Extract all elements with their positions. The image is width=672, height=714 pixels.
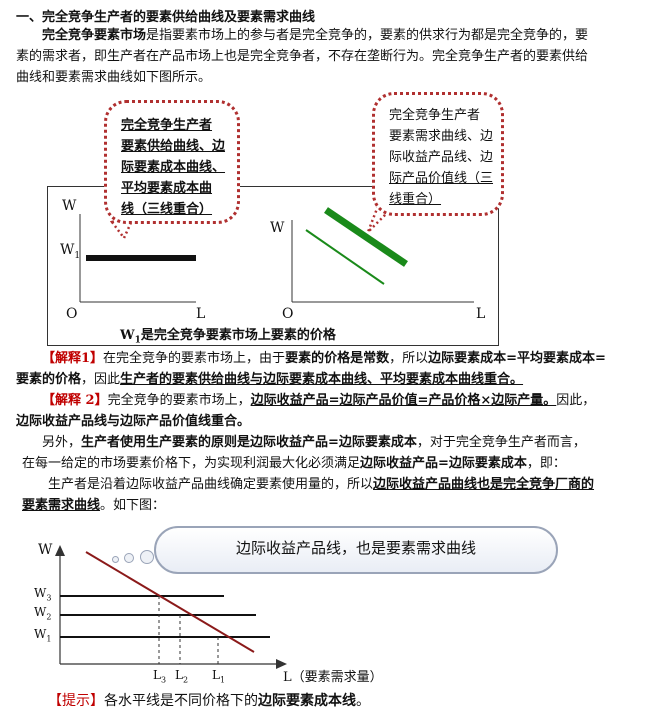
fig2-l2-label: L2 — [175, 668, 188, 684]
l-letter: L — [153, 668, 161, 682]
w-sub: 3 — [46, 593, 52, 603]
figure2-graphics — [55, 545, 287, 669]
fig2-x-label: L（要素需求量） — [283, 670, 383, 685]
fig2-w1-label: W1 — [34, 627, 51, 643]
hint-tag: 【提示】 — [48, 693, 104, 709]
fig2-w2-label: W2 — [34, 605, 51, 621]
fig2-l3-label: L3 — [153, 668, 166, 684]
w-letter: W — [34, 627, 47, 641]
cloud-dot — [112, 556, 119, 563]
fig2-w3-label: W3 — [34, 586, 51, 602]
w-sub: 1 — [46, 634, 52, 644]
cloud-callout: 边际收益产品线，也是要素需求曲线 — [154, 526, 558, 574]
cloud-dot — [124, 553, 134, 563]
l-letter: L — [175, 668, 183, 682]
hint-text-3: 。 — [356, 693, 370, 709]
w-letter: W — [34, 586, 47, 600]
fig2-l1-label: L1 — [212, 668, 225, 684]
fig2-y-label: W — [38, 542, 53, 558]
l-sub: 1 — [219, 675, 226, 685]
l-letter: L — [212, 668, 220, 682]
w-sub: 2 — [46, 612, 52, 622]
w-letter: W — [34, 605, 47, 619]
l-sub: 3 — [160, 675, 167, 685]
cloud-dot — [140, 550, 154, 564]
hint-text-1: 各水平线是不同价格下的 — [104, 693, 258, 709]
fig2-y-arrow — [55, 545, 65, 556]
l-sub: 2 — [182, 675, 189, 685]
hint-line: 【提示】各水平线是不同价格下的边际要素成本线。 — [48, 690, 370, 710]
hint-text-2: 边际要素成本线 — [258, 693, 356, 709]
